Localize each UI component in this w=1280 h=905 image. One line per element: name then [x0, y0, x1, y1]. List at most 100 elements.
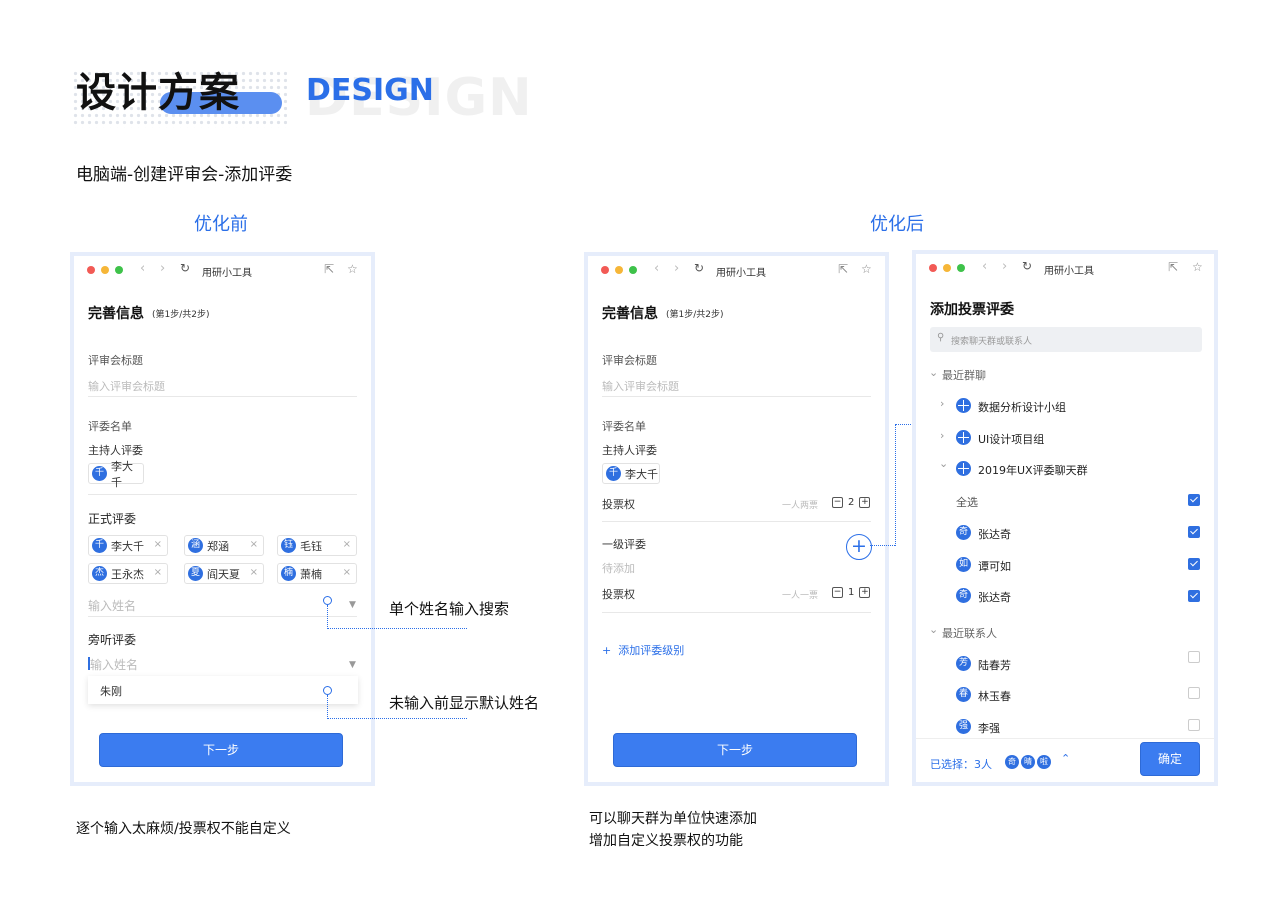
- star-icon[interactable]: ☆: [347, 262, 358, 276]
- member-checkbox[interactable]: [1188, 590, 1200, 602]
- avatar: 春: [956, 687, 971, 702]
- maximize-dot[interactable]: [629, 266, 637, 274]
- select-all-label: 全选: [956, 496, 978, 509]
- search-input[interactable]: ⚲ 搜索聊天群或联系人: [930, 327, 1202, 352]
- close-dot[interactable]: [929, 264, 937, 272]
- contact-checkbox[interactable]: [1188, 687, 1200, 699]
- avatar: 晴: [1021, 755, 1035, 769]
- before-window: ‹ › ↻ 用研小工具 ⇱ ☆ 完善信息 (第1步/共2步) 评审会标题 输入评…: [70, 252, 375, 786]
- forward-icon[interactable]: ›: [1002, 259, 1007, 274]
- confirm-button[interactable]: 确定: [1140, 742, 1200, 776]
- plus-button[interactable]: +: [859, 497, 871, 508]
- star-icon[interactable]: ☆: [861, 262, 872, 276]
- forward-icon[interactable]: ›: [160, 261, 165, 276]
- level1-pending: 待添加: [602, 562, 635, 575]
- judge-tag[interactable]: 楠萧楠 ×: [277, 563, 357, 584]
- group-icon: [956, 398, 971, 413]
- host-label: 主持人评委: [602, 444, 657, 457]
- design-label: DESIGN: [306, 73, 434, 108]
- remove-icon[interactable]: ×: [250, 567, 258, 578]
- host-tag[interactable]: 千 李大千: [88, 460, 144, 489]
- select-all-checkbox[interactable]: [1188, 494, 1200, 506]
- search-placeholder: 搜索聊天群或联系人: [951, 337, 1033, 347]
- group-item[interactable]: 2019年UX评委聊天群: [978, 462, 1088, 478]
- tag-name: 李大千: [625, 467, 658, 481]
- forward-icon[interactable]: ›: [674, 261, 679, 276]
- chevron-down-icon[interactable]: ⌄: [929, 366, 938, 379]
- close-dot[interactable]: [87, 266, 95, 274]
- title-input[interactable]: 输入评审会标题: [88, 378, 165, 394]
- judge-tag[interactable]: 千李大千 ×: [88, 535, 168, 556]
- minimize-dot[interactable]: [101, 266, 109, 274]
- remove-icon[interactable]: ×: [343, 567, 351, 578]
- judge-tag[interactable]: 钰毛钰 ×: [277, 535, 357, 556]
- title-label: 评审会标题: [88, 354, 143, 367]
- formal-name-input[interactable]: 输入姓名: [88, 597, 136, 614]
- title-input[interactable]: 输入评审会标题: [602, 378, 679, 394]
- maximize-dot[interactable]: [115, 266, 123, 274]
- avatar: 楠: [281, 566, 296, 581]
- next-button[interactable]: 下一步: [613, 733, 857, 767]
- group-item[interactable]: 数据分析设计小组: [978, 399, 1066, 415]
- maximize-dot[interactable]: [957, 264, 965, 272]
- add-level-link[interactable]: + 添加评委级别: [602, 642, 684, 658]
- refresh-icon[interactable]: ↻: [180, 261, 190, 275]
- judge-tag[interactable]: 夏阎天夏 ×: [184, 563, 264, 584]
- contact-checkbox[interactable]: [1188, 719, 1200, 731]
- judge-tag[interactable]: 涵郑涵 ×: [184, 535, 264, 556]
- dropdown-caret-icon[interactable]: ▼: [349, 600, 356, 610]
- audit-name-input[interactable]: 输入姓名: [90, 656, 138, 673]
- back-icon[interactable]: ‹: [982, 259, 987, 274]
- remove-icon[interactable]: ×: [154, 539, 162, 550]
- contact-checkbox[interactable]: [1188, 651, 1200, 663]
- refresh-icon[interactable]: ↻: [1022, 259, 1032, 273]
- back-icon[interactable]: ‹: [654, 261, 659, 276]
- member-checkbox[interactable]: [1188, 558, 1200, 570]
- minimize-dot[interactable]: [943, 264, 951, 272]
- member-checkbox[interactable]: [1188, 526, 1200, 538]
- group-item[interactable]: UI设计项目组: [978, 431, 1044, 447]
- remove-icon[interactable]: ×: [343, 539, 351, 550]
- contact-name: 林玉春: [978, 690, 1011, 703]
- add-judge-icon[interactable]: +: [846, 534, 872, 560]
- browser-toolbar: ‹ › ↻ 用研小工具 ⇱ ☆: [916, 254, 1214, 282]
- vote-stepper[interactable]: − 2 +: [832, 497, 871, 508]
- remove-icon[interactable]: ×: [250, 539, 258, 550]
- close-dot[interactable]: [601, 266, 609, 274]
- host-label: 主持人评委: [88, 444, 143, 457]
- tag-name: 李大千: [111, 539, 144, 553]
- dropdown-caret-icon[interactable]: ▼: [349, 660, 356, 670]
- plus-button[interactable]: +: [859, 587, 871, 598]
- picker-window: ‹ › ↻ 用研小工具 ⇱ ☆ 添加投票评委 ⚲ 搜索聊天群或联系人 ⌄ 最近群…: [912, 250, 1218, 786]
- chevron-down-icon[interactable]: ⌄: [929, 623, 938, 636]
- chevron-up-icon[interactable]: ⌃: [1061, 752, 1070, 765]
- back-icon[interactable]: ‹: [140, 261, 145, 276]
- minus-button[interactable]: −: [832, 587, 843, 598]
- annotation-search: 单个姓名输入搜索: [389, 600, 510, 618]
- chevron-down-icon[interactable]: ⌄: [939, 457, 948, 470]
- suggestion-item[interactable]: 朱刚: [100, 683, 122, 699]
- avatar: 奇: [956, 588, 971, 603]
- vote-stepper[interactable]: − 1 +: [832, 587, 871, 598]
- share-icon[interactable]: ⇱: [838, 262, 848, 276]
- tag-name: 郑涵: [207, 539, 229, 553]
- tag-name: 李大千: [111, 459, 133, 489]
- judge-tag[interactable]: 杰王永杰 ×: [88, 563, 168, 584]
- share-icon[interactable]: ⇱: [324, 262, 334, 276]
- minus-button[interactable]: −: [832, 497, 843, 508]
- next-button[interactable]: 下一步: [99, 733, 343, 767]
- star-icon[interactable]: ☆: [1192, 260, 1203, 274]
- minimize-dot[interactable]: [615, 266, 623, 274]
- remove-icon[interactable]: ×: [154, 567, 162, 578]
- host-tag[interactable]: 千 李大千: [602, 463, 660, 484]
- chevron-right-icon[interactable]: ›: [940, 397, 944, 410]
- judge-list-label: 评委名单: [602, 420, 646, 433]
- chevron-right-icon[interactable]: ›: [940, 429, 944, 442]
- avatar: 如: [956, 557, 971, 572]
- browser-toolbar: ‹ › ↻ 用研小工具 ⇱ ☆: [74, 256, 371, 284]
- share-icon[interactable]: ⇱: [1168, 260, 1178, 274]
- form-step: (第1步/共2步): [152, 310, 210, 320]
- note-after-line2: 增加自定义投票权的功能: [589, 833, 743, 849]
- formal-label: 正式评委: [88, 512, 137, 526]
- refresh-icon[interactable]: ↻: [694, 261, 704, 275]
